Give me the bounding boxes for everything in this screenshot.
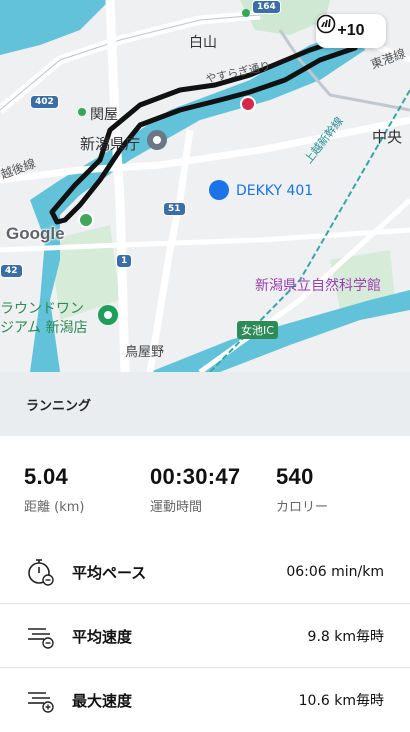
stopwatch-icon [28, 559, 54, 586]
stat-duration-value: 00:30:47 [150, 464, 241, 489]
activity-type-label: ランニング [26, 398, 92, 414]
route-shield-51: 51 [163, 202, 186, 216]
speed-lines-plus-icon [28, 692, 54, 713]
label-chuo: 中央 [372, 128, 403, 146]
max-speed-value: 10.6 km毎時 [298, 693, 384, 709]
max-speed-label: 最大速度 [72, 691, 133, 710]
metric-row-avg-pace: 平均ペース 06:06 min/km [0, 540, 410, 604]
stat-duration-label: 運動時間 [150, 500, 203, 515]
route-shield-402: 402 [30, 95, 59, 109]
stat-duration: 00:30:47 運動時間 [150, 464, 240, 515]
label-round-one-2: ジアム 新潟店 [0, 320, 88, 336]
adidas-icon [316, 14, 336, 34]
route-shield-164: 164 [252, 0, 281, 14]
stat-distance: 5.04 距離 (km) [24, 464, 84, 515]
label-hakusan: 白山 [189, 35, 217, 51]
stat-distance-value: 5.04 [24, 464, 69, 489]
metric-row-max-speed: 最大速度 10.6 km毎時 [0, 668, 410, 732]
stat-distance-label: 距離 (km) [24, 500, 85, 515]
avg-pace-label: 平均ペース [72, 563, 147, 582]
avg-speed-value: 9.8 km毎時 [307, 629, 384, 645]
avg-speed-label: 平均速度 [72, 627, 133, 646]
summary-stats: 5.04 距離 (km) 00:30:47 運動時間 540 カロリー [0, 436, 410, 536]
google-logo: Google [6, 224, 65, 243]
metric-row-avg-speed: 平均速度 9.8 km毎時 [0, 604, 410, 668]
avg-pace-value: 06:06 min/km [286, 564, 384, 580]
badge-points: +10 [337, 22, 365, 39]
label-round-one-1: ラウンドワン [0, 301, 84, 317]
label-shizen-kagakukan: 新潟県立自然科学館 [255, 278, 381, 294]
activity-type-header: ランニング [0, 372, 410, 436]
label-sekiya: 関屋 [90, 107, 118, 123]
route-map[interactable]: 白山 関屋 やすらぎ通り 東港線 新潟県庁 中央 上越新幹線 DEKKY 401… [0, 0, 410, 372]
stat-calories-label: カロリー [276, 500, 329, 515]
label-niigata-kencho: 新潟県庁 [80, 135, 141, 153]
label-toriyano: 鳥屋野 [125, 345, 165, 360]
label-megaike-ic: 女池IC [237, 321, 278, 339]
speed-lines-icon [28, 628, 54, 649]
stat-calories-value: 540 [276, 464, 314, 489]
label-dekky: DEKKY 401 [236, 183, 314, 199]
route-shield-42: 42 [0, 264, 23, 278]
adidas-points-badge[interactable]: +10 [316, 14, 386, 48]
stat-calories: 540 カロリー [276, 464, 328, 515]
route-shield-1: 1 [116, 254, 133, 268]
